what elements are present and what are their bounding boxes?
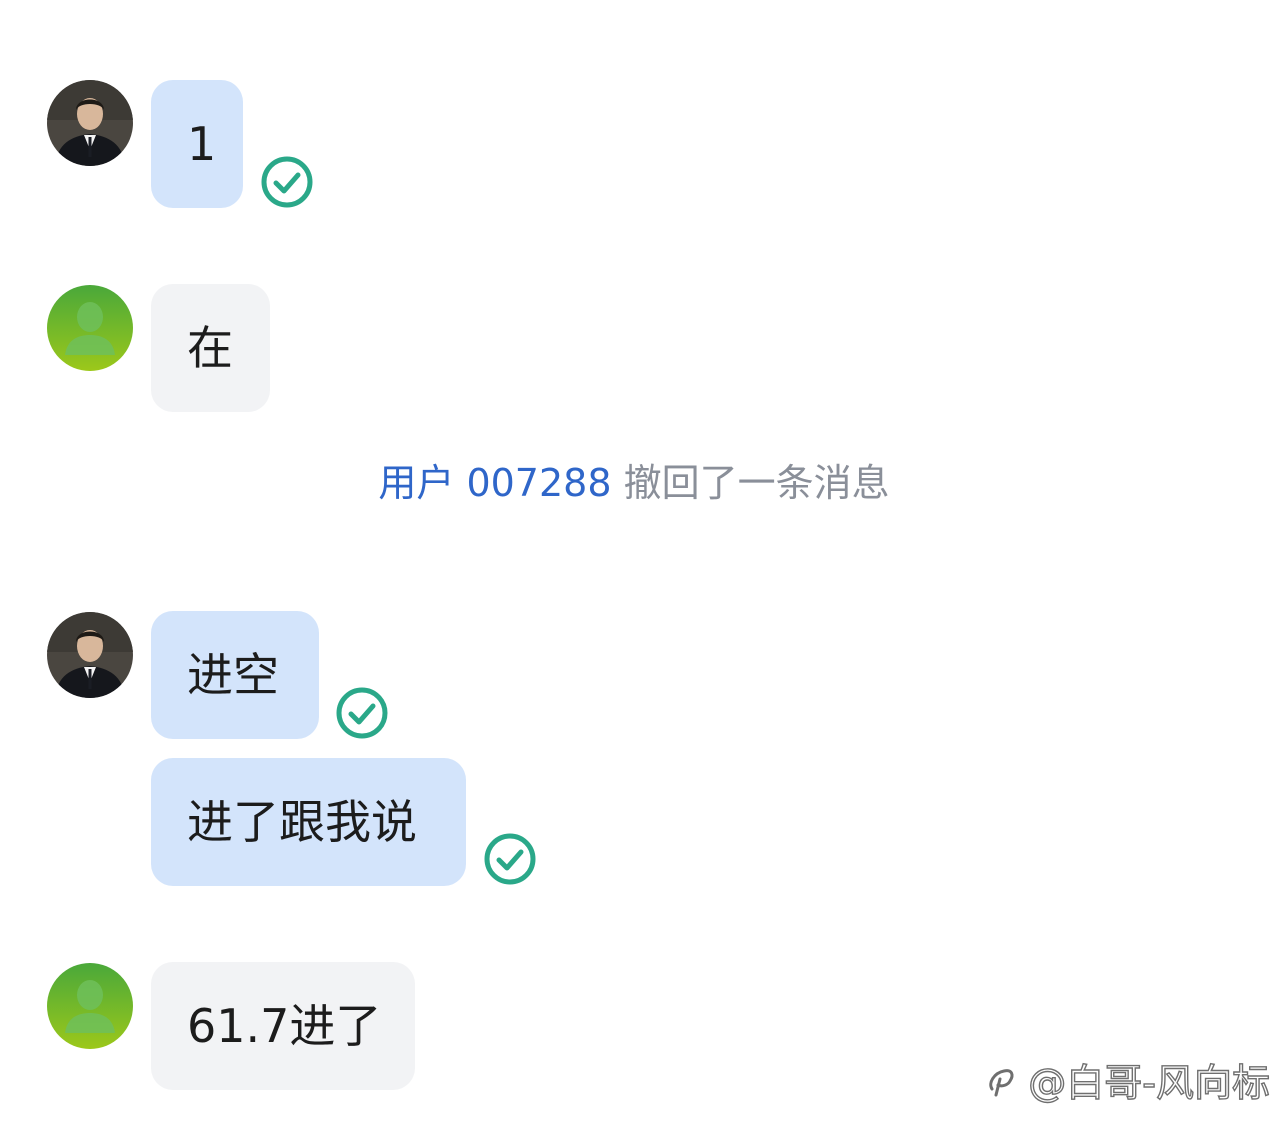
message-bubble-other[interactable]: 61.7进了 [151,962,415,1090]
read-check-icon [336,687,388,739]
watermark: @白哥-风向标 [982,1052,1271,1107]
avatar-other[interactable] [47,963,133,1049]
message-text: 在 [187,321,233,375]
read-check-icon [261,156,313,208]
default-person-icon [47,285,133,371]
message-text: 进空 [187,648,279,702]
message-bubble-self[interactable]: 进空 [151,611,319,739]
read-check-icon [484,833,536,885]
message-bubble-self[interactable]: 1 [151,80,243,208]
message-bubble-other[interactable]: 在 [151,284,270,412]
watermark-text: @白哥-风向标 [1028,1060,1271,1105]
message-text: 61.7进了 [187,999,382,1053]
avatar-photo-icon [47,80,133,166]
message-text: 1 [187,117,217,171]
message-text: 进了跟我说 [187,795,417,849]
recall-text: 撤回了一条消息 [611,461,890,505]
avatar-photo-icon [47,612,133,698]
recall-user-link[interactable]: 用户 007288 [378,461,611,505]
recall-notice: 用户 007288 撤回了一条消息 [0,452,1268,507]
default-person-icon [47,963,133,1049]
weibo-logo-icon [989,1068,1014,1096]
avatar-self[interactable] [47,612,133,698]
message-bubble-self[interactable]: 进了跟我说 [151,758,466,886]
avatar-self[interactable] [47,80,133,166]
avatar-other[interactable] [47,285,133,371]
